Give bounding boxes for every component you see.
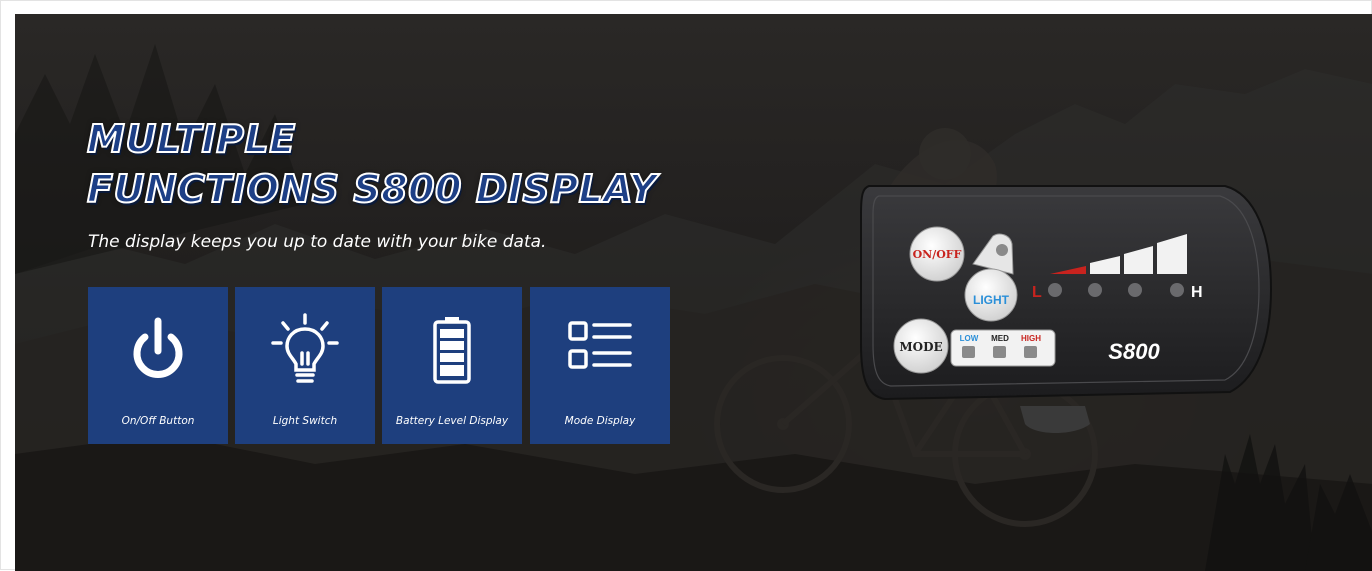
subtitle: The display keeps you up to date with yo… <box>88 232 547 252</box>
onoff-label: ON/OFF <box>913 248 962 261</box>
feature-label-battery: Battery Level Display <box>395 415 509 427</box>
mode-label: MODE <box>899 340 942 354</box>
mode-low-label: LOW <box>960 334 979 343</box>
lightbulb-icon <box>235 309 375 389</box>
power-icon <box>88 309 228 389</box>
mode-button: MODE <box>893 318 949 374</box>
level-high-label: H <box>1191 284 1203 301</box>
feature-label-mode: Mode Display <box>564 415 636 427</box>
feature-label-light: Light Switch <box>272 415 338 427</box>
level-low-label: L <box>1032 284 1042 301</box>
hero-banner: MULTIPLE FUNCTIONS S800 DISPLAY The disp… <box>15 14 1372 571</box>
headline: MULTIPLE FUNCTIONS S800 DISPLAY <box>86 114 657 214</box>
page-frame: MULTIPLE FUNCTIONS S800 DISPLAY The disp… <box>0 0 1372 571</box>
headline-line-1: MULTIPLE <box>86 116 296 162</box>
feature-tile-mode: Mode Display <box>530 287 670 444</box>
model-label: S800 <box>1108 339 1160 364</box>
feature-tile-light: Light Switch <box>235 287 375 444</box>
battery-icon <box>382 309 522 389</box>
feature-tile-battery: Battery Level Display <box>382 287 522 444</box>
light-label: LIGHT <box>973 293 1010 307</box>
mode-med-label: MED <box>991 334 1009 343</box>
list-icon <box>530 309 670 389</box>
s800-display-device: ON/OFF LIGHT MODE L H LOW MED HIGH S800 <box>860 185 1273 433</box>
headline-line-2: FUNCTIONS S800 DISPLAY <box>86 166 657 212</box>
feature-tile-onoff: On/Off Button <box>88 287 228 444</box>
onoff-button: ON/OFF <box>909 226 965 282</box>
mode-high-label: HIGH <box>1021 334 1041 343</box>
mode-indicator-strip: LOW MED HIGH <box>950 329 1056 367</box>
feature-tiles: On/Off Button Light Switch Battery Level… <box>88 287 670 444</box>
feature-label-onoff: On/Off Button <box>121 415 195 427</box>
